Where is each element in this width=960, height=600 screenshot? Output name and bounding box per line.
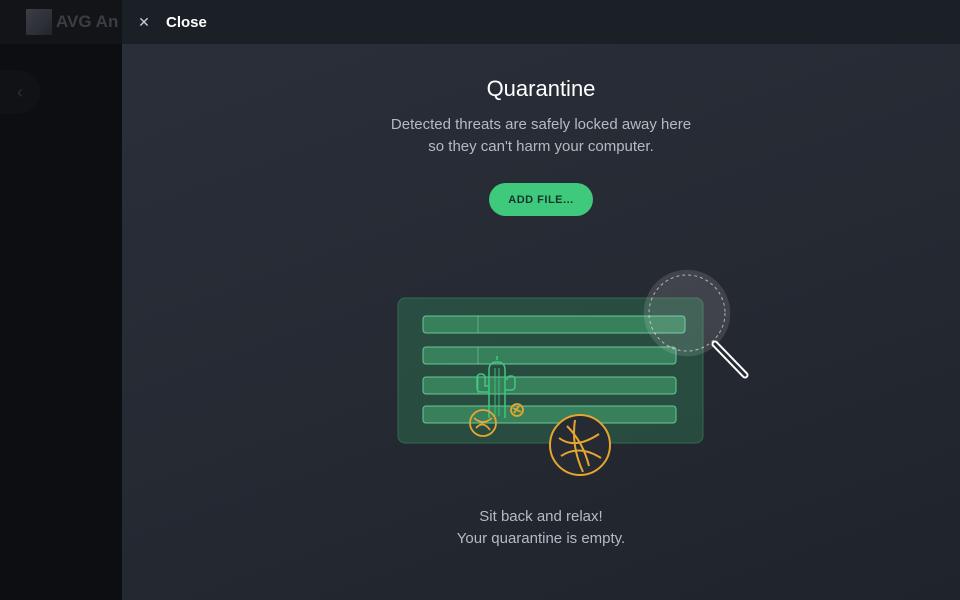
empty-line-2: Your quarantine is empty. (456, 530, 626, 547)
background-app-name: AVG An (56, 12, 119, 31)
description-line-2: so they can't harm your computer. (428, 138, 654, 155)
background-app-header: AVG An (0, 0, 122, 44)
panel-topbar: ✕ Close (122, 0, 960, 44)
close-button[interactable]: ✕ Close (136, 10, 207, 34)
close-icon[interactable]: ✕ (136, 15, 152, 29)
description-line-1: Detected threats are safely locked away … (390, 116, 692, 133)
empty-state-message: Sit back and relax! Your quarantine is e… (341, 506, 741, 550)
page-description: Detected threats are safely locked away … (341, 114, 741, 158)
quarantine-panel: ✕ Close Quarantine Detected threats are … (122, 0, 960, 600)
empty-quarantine-illustration (397, 269, 749, 476)
page-title: Quarantine (486, 76, 596, 101)
avg-logo (26, 9, 52, 35)
chevron-left-icon: ‹ (0, 70, 40, 114)
background-app: AVG An ‹ (0, 0, 122, 600)
add-file-button[interactable]: ADD FILE... (489, 183, 593, 216)
empty-line-1: Sit back and relax! (479, 508, 603, 525)
tumbleweed-icon (549, 414, 611, 476)
close-label[interactable]: Close (166, 14, 207, 31)
